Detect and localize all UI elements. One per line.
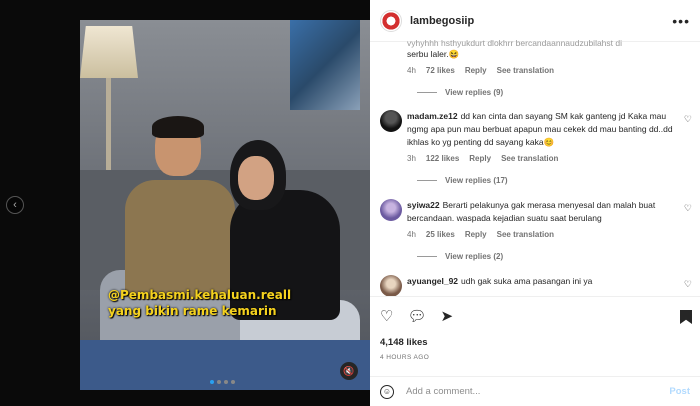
comment-text: vyhyhhh hsthyukdurt dlokhrr bercandaanna… — [407, 39, 622, 48]
comment-meta: 3h 122 likes Reply See translation — [407, 154, 674, 163]
comment-bubble-icon[interactable]: 💬︎ — [407, 307, 426, 325]
comment-time: 3h — [407, 154, 416, 163]
comment-likes[interactable]: 122 likes — [426, 154, 459, 163]
post-actions: ♡ 💬︎ ➤ 4,148 likes 4 HOURS AGO — [370, 296, 700, 382]
reply-button[interactable]: Reply — [465, 230, 487, 239]
comment-time: 4h — [407, 66, 416, 75]
comment-text: ayuangel_92 udh gak suka ama pasangan ini… — [407, 276, 593, 286]
like-comment-heart-icon[interactable]: ♡ — [684, 203, 692, 214]
action-icons: ♡ 💬︎ ➤ — [380, 307, 453, 325]
comment-list[interactable]: vyhyhhh hsthyukdurt dlokhrr bercandaanna… — [370, 34, 700, 296]
view-replies-button[interactable]: View replies (2) — [417, 252, 700, 261]
chevron-left-icon: ‹ — [13, 199, 17, 211]
speaker-muted-icon: 🔇 — [343, 365, 355, 376]
comment-username[interactable]: syiwa22 — [407, 200, 440, 210]
mute-button[interactable]: 🔇 — [340, 362, 358, 380]
comment-username[interactable]: ayuangel_92 — [407, 276, 458, 286]
more-options-icon[interactable]: ••• — [672, 13, 690, 29]
likes-count[interactable]: 4,148 likes — [380, 337, 428, 348]
add-comment-bar: ☺ Post — [370, 376, 700, 406]
view-replies-button[interactable]: View replies (17) — [417, 176, 700, 185]
see-translation-button[interactable]: See translation — [497, 230, 554, 239]
heart-icon[interactable]: ♡ — [380, 307, 393, 325]
previous-post-button[interactable]: ‹ — [6, 196, 24, 214]
video-caption-line-1: @Pembasmi.kehaluan.reall — [108, 288, 292, 302]
wall-painting — [290, 20, 360, 110]
post-video[interactable]: @Pembasmi.kehaluan.reall yang bikin rame… — [80, 20, 370, 390]
post-button[interactable]: Post — [669, 386, 690, 397]
comment-meta: 4h 72 likes Reply See translation — [407, 66, 674, 75]
comment-text-tail: serbu laler.😆 — [407, 49, 460, 59]
post-timestamp: 4 HOURS AGO — [380, 354, 430, 361]
header-username[interactable]: lambegosiip — [410, 15, 474, 27]
lamp — [80, 26, 138, 78]
video-caption-line-2: yang bikin rame kemarin — [108, 304, 277, 318]
bookmark-icon[interactable] — [680, 310, 692, 324]
view-replies-button[interactable]: View replies (9) — [417, 88, 700, 97]
like-comment-heart-icon[interactable]: ♡ — [684, 114, 692, 125]
like-comment-heart-icon[interactable]: ♡ — [684, 279, 692, 290]
avatar[interactable] — [380, 9, 402, 32]
emoji-icon[interactable]: ☺ — [380, 384, 394, 399]
post-details-panel: lambegosiip ••• vyhyhhh hsthyukdurt dlok… — [370, 0, 700, 406]
comment-item: syiwa22 Berarti pelakunya gak merasa meny… — [370, 199, 700, 239]
comment-likes[interactable]: 25 likes — [426, 230, 455, 239]
avatar[interactable] — [380, 199, 402, 221]
see-translation-button[interactable]: See translation — [497, 66, 554, 75]
comment-input[interactable] — [406, 386, 670, 397]
reply-button[interactable]: Reply — [469, 154, 491, 163]
reply-button[interactable]: Reply — [465, 66, 487, 75]
avatar[interactable] — [380, 110, 402, 132]
comment-item: ayuangel_92 udh gak suka ama pasangan ini… — [370, 275, 700, 296]
avatar[interactable] — [380, 275, 402, 296]
man-figure — [125, 180, 235, 300]
comment-text: syiwa22 Berarti pelakunya gak merasa meny… — [407, 200, 656, 223]
comment-time: 4h — [407, 230, 416, 239]
share-icon[interactable]: ➤ — [441, 307, 454, 325]
see-translation-button[interactable]: See translation — [501, 154, 558, 163]
comment-item: vyhyhhh hsthyukdurt dlokhrr bercandaanna… — [370, 39, 700, 75]
comment-meta: 4h 25 likes Reply See translation — [407, 230, 674, 239]
comment-item: madam.ze12 dd kan cinta dan sayang SM kak… — [370, 110, 700, 163]
carousel-indicator — [210, 380, 235, 384]
comment-text: madam.ze12 dd kan cinta dan sayang SM kak… — [407, 111, 673, 147]
comment-likes[interactable]: 72 likes — [426, 66, 455, 75]
comment-username[interactable]: madam.ze12 — [407, 111, 458, 121]
